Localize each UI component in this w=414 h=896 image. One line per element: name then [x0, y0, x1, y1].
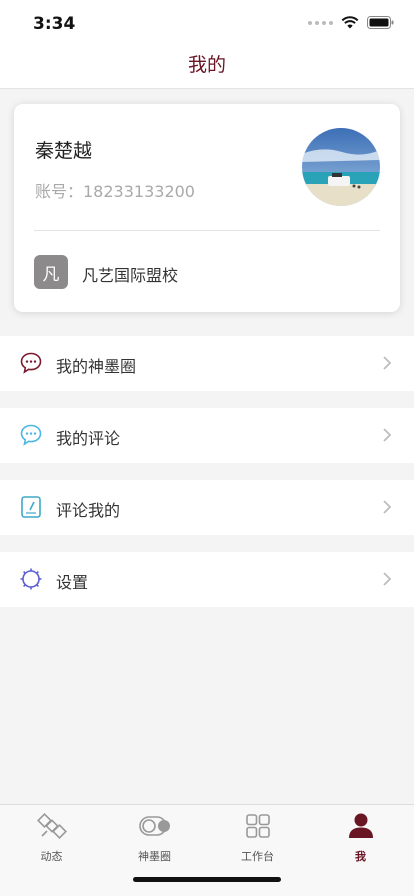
- menu-label: 评论我的: [56, 501, 121, 520]
- account-number: 账号：18233133200: [35, 182, 195, 201]
- status-time: 3:34: [33, 14, 76, 34]
- avatar-photo: [302, 128, 380, 206]
- avatar[interactable]: [302, 128, 380, 206]
- menu-item-comments-on-me[interactable]: 评论我的: [0, 480, 414, 535]
- chevron-right-icon: [383, 428, 392, 442]
- school-badge: 凡: [34, 255, 68, 289]
- tab-label: 动态: [40, 850, 63, 863]
- school-name: 凡艺国际盟校: [82, 266, 179, 285]
- status-icons: [308, 16, 394, 29]
- menu-label: 设置: [56, 573, 89, 592]
- tab-workbench[interactable]: 工作台: [206, 811, 309, 867]
- menu-label: 我的评论: [56, 429, 121, 448]
- profile-card[interactable]: 秦楚越 账号：18233133200 凡 凡艺国际盟校: [14, 104, 400, 312]
- chevron-right-icon: [383, 500, 392, 514]
- page-title: 我的: [187, 54, 226, 76]
- nav-bar: 我的: [0, 44, 414, 89]
- status-bar: 3:34: [0, 0, 414, 44]
- battery-icon: [367, 16, 394, 29]
- menu-item-my-comments[interactable]: 我的评论: [0, 408, 414, 463]
- wifi-icon: [341, 16, 359, 29]
- tab-label: 工作台: [241, 850, 274, 863]
- chevron-right-icon: [383, 572, 392, 586]
- user-name: 秦楚越: [35, 140, 93, 162]
- satellite-icon: [36, 813, 67, 839]
- tab-label: 我: [355, 850, 366, 863]
- gear-icon: [20, 568, 42, 590]
- tab-me[interactable]: 我: [309, 811, 412, 867]
- home-indicator: [133, 877, 281, 882]
- grid-icon: [245, 814, 270, 838]
- comment-icon: [20, 424, 42, 446]
- menu-label: 我的神墨圈: [56, 357, 137, 376]
- chat-bubble-icon: [20, 352, 42, 374]
- chevron-right-icon: [383, 356, 392, 370]
- menu-item-my-circle[interactable]: 我的神墨圈: [0, 336, 414, 391]
- tab-feed[interactable]: 动态: [0, 811, 103, 867]
- person-icon: [348, 813, 373, 838]
- note-icon: [21, 496, 41, 518]
- signal-icon: [308, 20, 333, 25]
- tab-label: 神墨圈: [138, 850, 171, 863]
- toggle-icon: [138, 816, 170, 836]
- tab-circle[interactable]: 神墨圈: [103, 811, 206, 867]
- card-divider: [34, 230, 380, 231]
- menu-item-settings[interactable]: 设置: [0, 552, 414, 607]
- tab-bar: 动态 神墨圈 工作台 我: [0, 804, 414, 896]
